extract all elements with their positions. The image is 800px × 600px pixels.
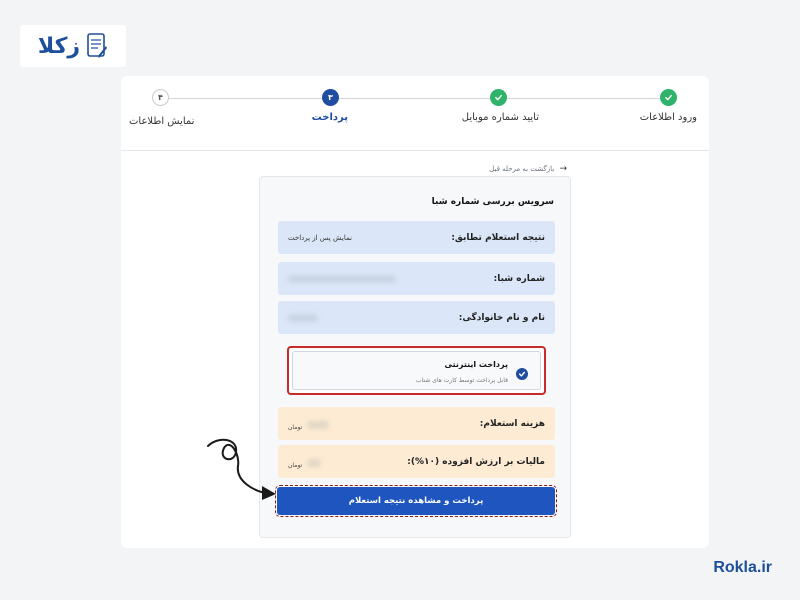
step-2-check-icon [490, 89, 507, 106]
radio-checked-icon[interactable] [516, 368, 528, 380]
step-1-check-icon [660, 89, 677, 106]
match-result-row: نتیجه استعلام تطابق: نمایش پس از پرداخت [278, 221, 555, 254]
sheba-label: شماره شبا: [493, 273, 545, 284]
arrow-right-icon: → [559, 164, 567, 174]
vat-row: مالیات بر ارزش افزوده (۱۰%): تومان [278, 445, 555, 478]
step-4-number: ۴ [158, 93, 163, 102]
sheba-row: شماره شبا: [278, 262, 555, 295]
payment-method-title: پرداخت اینترنتی [444, 360, 508, 369]
footer-brand: Rokla.ir [713, 559, 772, 576]
inquiry-fee-unit: تومان [288, 424, 303, 431]
stepper: ورود اطلاعات تایید شماره موبایل ۳ پرداخت… [121, 76, 709, 151]
fullname-value-redacted [288, 313, 318, 322]
payment-method-subtitle: قابل پرداخت توسط کارت های شتاب [415, 377, 508, 384]
match-result-value: نمایش پس از پرداخت [288, 233, 352, 242]
step-2-label: تایید شماره موبایل [461, 112, 539, 123]
vat-amount-redacted [307, 458, 322, 467]
stepper-track [163, 98, 669, 99]
step-3-circle: ۳ [322, 89, 339, 106]
step-4-label: نمایش اطلاعات [129, 116, 195, 127]
inquiry-fee-label: هزینه استعلام: [479, 418, 545, 429]
step-3-number: ۳ [328, 93, 333, 102]
vat-label: مالیات بر ارزش افزوده (۱۰%): [407, 456, 545, 467]
match-result-label: نتیجه استعلام تطابق: [451, 232, 545, 243]
panel-title: سرویس بررسی شماره شبا [431, 197, 554, 207]
inquiry-fee-amount-redacted [307, 420, 330, 429]
vat-value: تومان [288, 452, 322, 471]
pointer-arrow-annotation [207, 438, 276, 500]
step-4-circle: ۴ [152, 89, 169, 106]
back-link[interactable]: بازگشت به مرحله قبل → [121, 164, 709, 174]
inquiry-fee-value: تومان [288, 414, 330, 433]
logo-text: زکلا [37, 33, 81, 59]
payment-method-option[interactable]: پرداخت اینترنتی قابل پرداخت توسط کارت ها… [292, 351, 541, 390]
back-link-label: بازگشت به مرحله قبل [489, 165, 555, 173]
fullname-label: نام و نام خانوادگی: [458, 312, 545, 323]
logo: زکلا [20, 25, 126, 67]
pay-and-view-button[interactable]: پرداخت و مشاهده نتیجه استعلام [275, 485, 557, 517]
step-1-label: ورود اطلاعات [639, 112, 697, 123]
payment-method-highlight: پرداخت اینترنتی قابل پرداخت توسط کارت ها… [287, 346, 546, 395]
service-panel: سرویس بررسی شماره شبا نتیجه استعلام تطاب… [259, 176, 571, 538]
sheba-value-redacted [288, 274, 396, 283]
fullname-row: نام و نام خانوادگی: [278, 301, 555, 334]
document-icon [87, 33, 108, 58]
vat-unit: تومان [288, 462, 303, 469]
step-3-label: پرداخت [311, 112, 348, 123]
inquiry-fee-row: هزینه استعلام: تومان [278, 407, 555, 440]
